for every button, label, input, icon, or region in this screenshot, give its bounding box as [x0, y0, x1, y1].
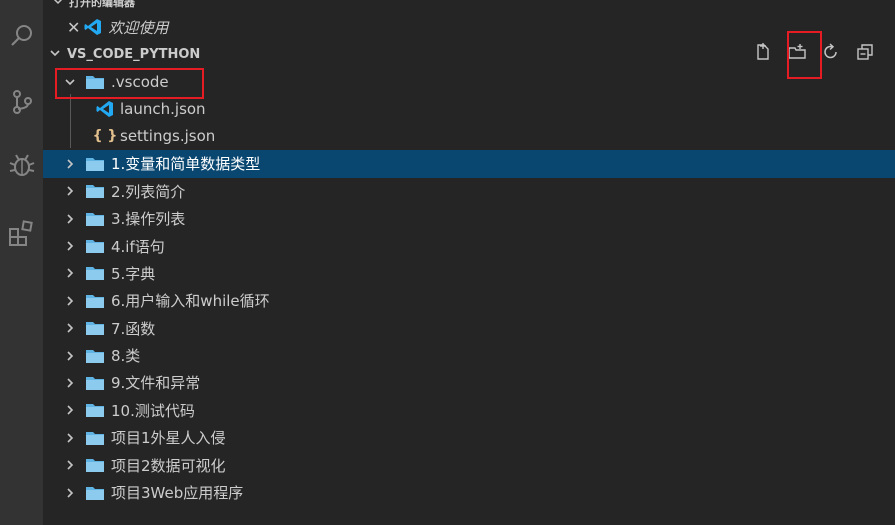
folder-icon: [85, 238, 105, 254]
folder-icon: [85, 457, 105, 473]
tree-folder[interactable]: 2.列表简介: [43, 178, 895, 205]
chevron-right-icon: [63, 267, 77, 279]
tree-folder[interactable]: 9.文件和异常: [43, 369, 895, 396]
tree-folder-vscode[interactable]: .vscode: [43, 68, 895, 95]
new-folder-icon: [788, 43, 806, 65]
tree-label: 3.操作列表: [111, 210, 186, 229]
open-editor-label: 欢迎使用: [108, 18, 169, 37]
tree-label: 7.函数: [111, 319, 156, 338]
explorer-sidebar: 打开的编辑器 ✕ 欢迎使用 VS_CODE_PYTHON .vscode lau…: [43, 0, 895, 525]
refresh-icon: [822, 43, 840, 65]
chevron-right-icon: [63, 322, 77, 334]
chevron-right-icon: [63, 459, 77, 471]
tree-file-launch-json[interactable]: launch.json: [43, 95, 895, 122]
collapse-all-button[interactable]: [851, 42, 879, 66]
folder-icon: [85, 320, 105, 336]
tree-label: 1.变量和简单数据类型: [111, 155, 261, 174]
folder-icon: [85, 348, 105, 364]
folder-icon: [85, 265, 105, 281]
tree-folder[interactable]: 4.if语句: [43, 232, 895, 259]
chevron-right-icon: [63, 213, 77, 225]
source-control-icon[interactable]: [0, 82, 43, 122]
open-editor-item-welcome[interactable]: ✕ 欢迎使用: [43, 14, 895, 40]
tree-label: 8.类: [111, 347, 141, 366]
tree-folder[interactable]: 5.字典: [43, 260, 895, 287]
chevron-right-icon: [63, 432, 77, 444]
tree-folder[interactable]: 8.类: [43, 342, 895, 369]
chevron-right-icon: [63, 350, 77, 362]
vscode-logo-icon: [96, 100, 114, 118]
folder-icon: [85, 183, 105, 199]
folder-open-icon: [85, 74, 105, 90]
new-file-button[interactable]: [749, 42, 777, 66]
chevron-right-icon: [63, 295, 77, 307]
chevron-down-icon: [49, 47, 61, 63]
chevron-right-icon: [63, 487, 77, 499]
activity-bar: [0, 0, 43, 525]
tree-folder[interactable]: 项目1外星人入侵: [43, 424, 895, 451]
tree-folder[interactable]: 10.测试代码: [43, 397, 895, 424]
tree-label: 项目1外星人入侵: [111, 429, 226, 448]
tree-label: 5.字典: [111, 264, 156, 283]
new-folder-button[interactable]: [783, 42, 811, 66]
open-editors-label: 打开的编辑器: [69, 0, 135, 9]
tree-label: 9.文件和异常: [111, 374, 201, 393]
chevron-right-icon: [63, 377, 77, 389]
new-file-icon: [754, 43, 772, 65]
folder-icon: [85, 293, 105, 309]
chevron-right-icon: [63, 158, 77, 170]
folder-icon: [85, 375, 105, 391]
tree-folder[interactable]: 6.用户输入和while循环: [43, 287, 895, 314]
vscode-logo-icon: [84, 18, 102, 36]
tree-folder[interactable]: 7.函数: [43, 315, 895, 342]
debug-icon[interactable]: [0, 145, 43, 185]
tree-folder[interactable]: 3.操作列表: [43, 205, 895, 232]
tree-folder[interactable]: 项目3Web应用程序: [43, 479, 895, 506]
json-braces-icon: { }: [92, 128, 118, 145]
folder-icon: [85, 402, 105, 418]
search-icon[interactable]: [0, 16, 43, 56]
folder-icon: [85, 156, 105, 172]
tree-label: settings.json: [120, 127, 216, 146]
chevron-down-icon: [53, 0, 63, 9]
collapse-all-icon: [856, 43, 874, 65]
tree-label: 项目3Web应用程序: [111, 484, 244, 503]
tree-label: 10.测试代码: [111, 401, 195, 420]
chevron-right-icon: [63, 185, 77, 197]
extensions-icon[interactable]: [0, 212, 43, 252]
folder-icon: [85, 485, 105, 501]
close-icon[interactable]: ✕: [67, 18, 80, 37]
chevron-right-icon: [63, 240, 77, 252]
folder-icon: [85, 430, 105, 446]
tree-label: 4.if语句: [111, 237, 165, 256]
refresh-button[interactable]: [817, 42, 845, 66]
tree-label: 2.列表简介: [111, 182, 186, 201]
tree-folder[interactable]: 1.变量和简单数据类型: [43, 150, 895, 178]
tree-label: launch.json: [120, 100, 206, 119]
open-editors-header[interactable]: 打开的编辑器: [43, 0, 895, 13]
file-tree: .vscode launch.json { } settings.json 1.…: [43, 68, 895, 506]
workspace-folder-name: VS_CODE_PYTHON: [67, 47, 201, 62]
tree-label: .vscode: [111, 72, 169, 91]
tree-label: 项目2数据可视化: [111, 456, 226, 475]
tree-file-settings-json[interactable]: { } settings.json: [43, 123, 895, 150]
tree-folder[interactable]: 项目2数据可视化: [43, 451, 895, 478]
chevron-right-icon: [63, 404, 77, 416]
explorer-toolbar: [749, 42, 879, 66]
folder-icon: [85, 211, 105, 227]
tree-label: 6.用户输入和while循环: [111, 292, 270, 311]
chevron-down-icon: [63, 76, 77, 88]
